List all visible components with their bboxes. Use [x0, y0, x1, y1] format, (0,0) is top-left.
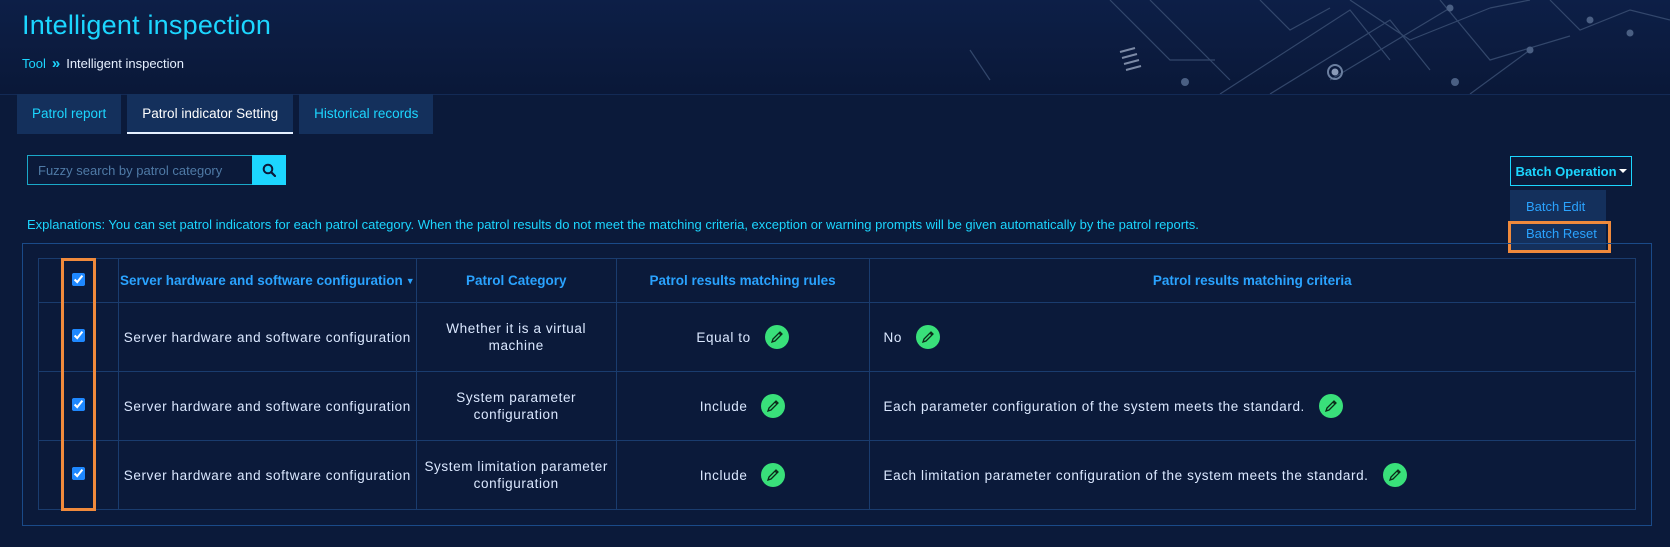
rule-value: Include	[699, 398, 748, 414]
breadcrumb-tool-link[interactable]: Tool	[22, 56, 46, 71]
breadcrumb-separator-icon: »	[51, 55, 61, 72]
edit-rule-button[interactable]	[764, 325, 789, 349]
tab-historical-records[interactable]: Historical records	[299, 94, 434, 134]
criteria-cell: Each limitation parameter configuration …	[868, 440, 1636, 510]
edit-criteria-button[interactable]	[915, 325, 940, 349]
batch-edit-menu-item[interactable]: Batch Edit	[1526, 199, 1585, 214]
criteria-cell: Each parameter configuration of the syst…	[868, 371, 1636, 441]
category-cell: System limitation parameter configuratio…	[415, 440, 617, 510]
tab-bar: Patrol report Patrol indicator Setting H…	[17, 94, 434, 134]
group-filter-header[interactable]: Server hardware and software configurati…	[117, 258, 417, 303]
category-cell: System parameter configuration	[415, 371, 617, 441]
pencil-icon	[770, 331, 783, 344]
page-title: Intelligent inspection	[22, 10, 272, 40]
search-button[interactable]	[252, 155, 286, 185]
search-icon	[262, 163, 276, 177]
rules-header: Patrol results matching rules	[615, 258, 870, 303]
rule-value: Include	[699, 467, 748, 483]
category-cell: Whether it is a virtual machine	[415, 302, 617, 372]
indicator-table: Server hardware and software configurati…	[38, 258, 1636, 510]
rule-cell: Include	[615, 440, 870, 510]
checkbox-column-highlight	[61, 258, 96, 511]
edit-rule-button[interactable]	[761, 394, 786, 418]
rule-cell: Include	[615, 371, 870, 441]
rule-value: Equal to	[696, 329, 751, 345]
caret-down-icon	[1618, 169, 1627, 173]
pencil-icon	[1324, 400, 1337, 413]
batch-operation-label: Batch Operation	[1515, 163, 1617, 179]
group-cell: Server hardware and software configurati…	[117, 371, 417, 441]
table-row: Server hardware and software configurati…	[38, 302, 1636, 372]
criteria-cell: No	[868, 302, 1636, 372]
breadcrumb-current: Intelligent inspection	[66, 56, 185, 71]
table-header-row: Server hardware and software configurati…	[38, 258, 1636, 303]
caret-down-icon: ▼	[405, 276, 415, 286]
explanation-text: Explanations: You can set patrol indicat…	[27, 217, 1199, 232]
pencil-icon	[767, 400, 780, 413]
circuit-decoration	[969, 0, 1670, 94]
edit-criteria-button[interactable]	[1318, 394, 1343, 418]
table-row: Server hardware and software configurati…	[38, 440, 1636, 510]
tab-patrol-indicator-setting[interactable]: Patrol indicator Setting	[127, 94, 294, 134]
group-header-label: Server hardware and software configurati…	[119, 273, 403, 288]
criteria-value: No	[883, 329, 902, 345]
tab-patrol-report[interactable]: Patrol report	[17, 94, 122, 134]
criteria-value: Each limitation parameter configuration …	[883, 467, 1369, 483]
criteria-header: Patrol results matching criteria	[868, 258, 1636, 303]
category-header: Patrol Category	[415, 258, 617, 303]
search-input[interactable]	[27, 155, 252, 185]
group-cell: Server hardware and software configurati…	[117, 302, 417, 372]
table-row: Server hardware and software configurati…	[38, 371, 1636, 441]
edit-criteria-button[interactable]	[1382, 463, 1407, 487]
criteria-value: Each parameter configuration of the syst…	[883, 398, 1305, 414]
pencil-icon	[1388, 469, 1401, 482]
pencil-icon	[921, 331, 934, 344]
pencil-icon	[767, 469, 780, 482]
rule-cell: Equal to	[615, 302, 870, 372]
batch-operation-button[interactable]: Batch Operation	[1510, 156, 1632, 186]
breadcrumb: Tool » Intelligent inspection	[22, 55, 184, 72]
group-cell: Server hardware and software configurati…	[117, 440, 417, 510]
search-bar	[27, 155, 286, 185]
edit-rule-button[interactable]	[761, 463, 786, 487]
